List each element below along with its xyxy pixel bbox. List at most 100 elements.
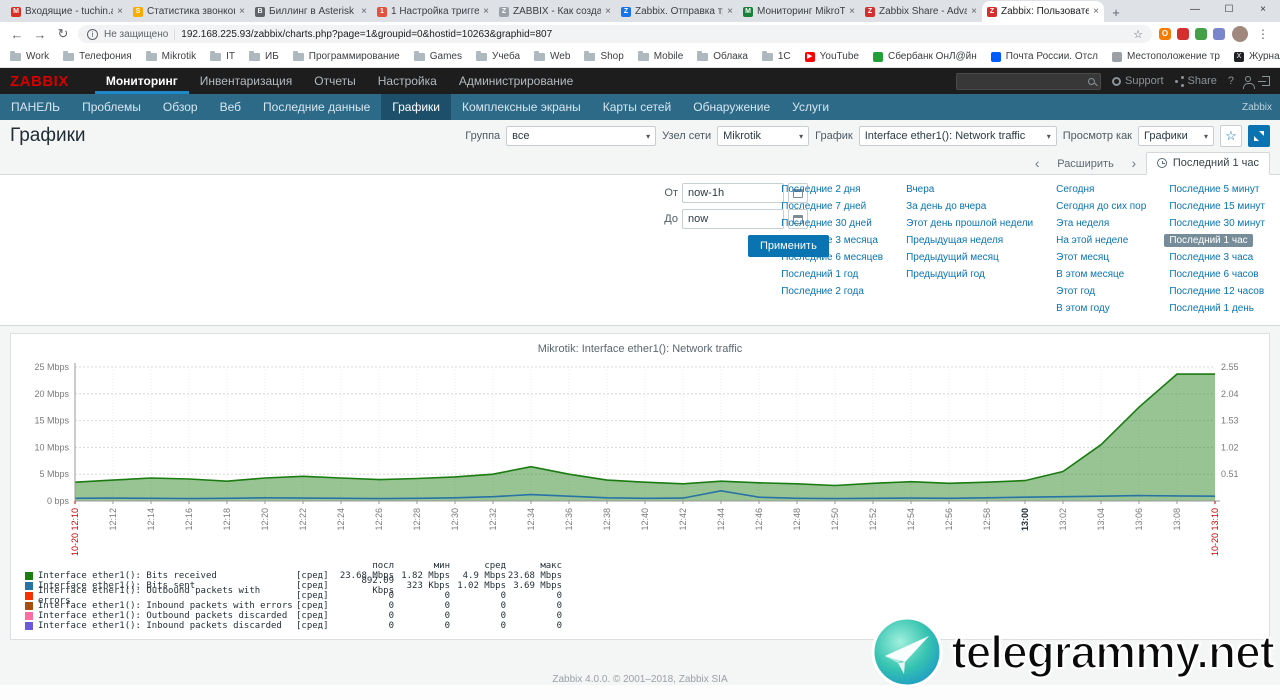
- time-range-link[interactable]: На этой неделе: [1051, 234, 1133, 247]
- main-nav-item[interactable]: Настройка: [367, 68, 448, 94]
- time-range-link[interactable]: В этом месяце: [1051, 268, 1129, 281]
- host-select[interactable]: Mikrotik: [717, 126, 810, 146]
- time-range-link[interactable]: Последний 1 год: [776, 268, 863, 281]
- time-range-link[interactable]: Сегодня: [1051, 183, 1099, 196]
- time-from-input[interactable]: [682, 183, 784, 203]
- view-as-select[interactable]: Графики: [1138, 126, 1214, 146]
- browser-tab[interactable]: Z Zabbix Share - Advanc×: [860, 1, 982, 22]
- bookmark-item[interactable]: Web: [534, 50, 570, 62]
- close-button[interactable]: ×: [1246, 0, 1280, 22]
- extension-icon[interactable]: [1195, 28, 1207, 40]
- time-range-link[interactable]: Этот месяц: [1051, 251, 1114, 264]
- bookmark-item[interactable]: Программирование: [292, 50, 400, 62]
- extension-icon[interactable]: [1177, 28, 1189, 40]
- graph-select[interactable]: Interface ether1(): Network traffic: [858, 126, 1057, 146]
- time-range-link[interactable]: За день до вчера: [901, 200, 991, 213]
- sub-nav-item[interactable]: Последние данные: [252, 94, 381, 120]
- time-range-link[interactable]: Последние 30 дней: [776, 217, 877, 230]
- minimize-button[interactable]: —: [1178, 0, 1212, 22]
- share-link[interactable]: Share: [1174, 75, 1217, 87]
- tab-close-icon[interactable]: ×: [727, 6, 733, 17]
- help-link[interactable]: ?: [1228, 75, 1234, 87]
- main-nav-item[interactable]: Мониторинг: [95, 68, 189, 94]
- bookmark-item[interactable]: Местоположение тр: [1111, 51, 1220, 62]
- sub-nav-item[interactable]: Обнаружение: [682, 94, 781, 120]
- bookmark-item[interactable]: X Журнал «Хакер» - «: [1233, 51, 1280, 62]
- tab-close-icon[interactable]: ×: [849, 6, 855, 17]
- zabbix-logo[interactable]: ZABBIX: [10, 73, 69, 90]
- tab-close-icon[interactable]: ×: [605, 6, 611, 17]
- bookmark-item[interactable]: Mikrotik: [145, 50, 196, 62]
- sub-nav-item[interactable]: Веб: [209, 94, 252, 120]
- browser-tab[interactable]: 1 1 Настройка триггера×: [372, 1, 494, 22]
- new-tab-button[interactable]: +: [1104, 2, 1128, 22]
- bookmark-item[interactable]: Учеба: [475, 50, 520, 62]
- add-favourite-button[interactable]: [1220, 125, 1242, 147]
- browser-tab[interactable]: Z ZABBIX - Как создать т×: [494, 1, 616, 22]
- browser-tab[interactable]: M Мониторинг MikroTik ×: [738, 1, 860, 22]
- time-range-link[interactable]: Последние 5 минут: [1164, 183, 1264, 196]
- bookmark-item[interactable]: Облака: [697, 50, 748, 62]
- bookmark-item[interactable]: 1С: [761, 50, 791, 62]
- main-nav-item[interactable]: Отчеты: [303, 68, 366, 94]
- extension-icon[interactable]: O: [1159, 28, 1171, 40]
- time-back-icon[interactable]: ‹: [1027, 152, 1047, 174]
- bookmark-item[interactable]: ▶ YouTube: [804, 51, 859, 62]
- search-input[interactable]: [955, 72, 1101, 90]
- time-range-link[interactable]: Последние 30 минут: [1164, 217, 1270, 230]
- forward-icon[interactable]: →: [32, 27, 48, 42]
- support-link[interactable]: Support: [1111, 75, 1164, 87]
- time-range-link[interactable]: Сегодня до сих пор: [1051, 200, 1151, 213]
- bookmark-item[interactable]: Shop: [584, 50, 624, 62]
- bookmark-item[interactable]: Почта России. Отсл: [990, 51, 1098, 62]
- time-range-link[interactable]: В этом году: [1051, 302, 1115, 315]
- browser-tab[interactable]: B Биллинг в Asterisk | Б ×: [250, 1, 372, 22]
- time-range-link[interactable]: Этот год: [1051, 285, 1100, 298]
- browser-tab[interactable]: Z Zabbix. Отправка триг ×: [616, 1, 738, 22]
- time-range-link[interactable]: Эта неделя: [1051, 217, 1114, 230]
- time-range-link[interactable]: Последние 6 часов: [1164, 268, 1263, 281]
- profile-avatar[interactable]: [1232, 26, 1248, 42]
- omnibox[interactable]: Не защищено 192.168.225.93/zabbix/charts…: [78, 25, 1152, 43]
- time-range-link[interactable]: Предыдущий год: [901, 268, 990, 281]
- time-range-link[interactable]: Последний 1 день: [1164, 302, 1259, 315]
- bookmark-item[interactable]: IT: [210, 50, 235, 62]
- site-info-icon[interactable]: [87, 28, 98, 40]
- time-range-link[interactable]: Последние 2 года: [776, 285, 869, 298]
- browser-tab[interactable]: S Статистика звонков С×: [128, 1, 250, 22]
- sub-nav-item[interactable]: Проблемы: [71, 94, 152, 120]
- time-range-link[interactable]: Последние 3 часа: [1164, 251, 1258, 264]
- logout-icon[interactable]: [1258, 76, 1270, 86]
- url-text[interactable]: 192.168.225.93/zabbix/charts.php?page=1&…: [181, 29, 1127, 40]
- bookmark-item[interactable]: Сбербанк ОнЛ@йн: [872, 51, 977, 62]
- bookmark-item[interactable]: ИБ: [249, 50, 279, 62]
- time-range-link[interactable]: Этот день прошлой недели: [901, 217, 1038, 230]
- time-range-link[interactable]: Последние 3 месяца: [776, 234, 883, 247]
- time-range-link[interactable]: Последний 1 час: [1164, 234, 1253, 247]
- sub-nav-item[interactable]: Графики: [381, 94, 451, 120]
- time-range-link[interactable]: Последние 2 дня: [776, 183, 865, 196]
- profile-icon[interactable]: [1243, 75, 1255, 89]
- maximize-button[interactable]: ☐: [1212, 0, 1246, 22]
- time-range-link[interactable]: Предыдущий месяц: [901, 251, 1004, 264]
- reload-icon[interactable]: ↻: [55, 26, 71, 42]
- tab-close-icon[interactable]: ×: [971, 6, 977, 17]
- tab-close-icon[interactable]: ×: [117, 6, 123, 17]
- group-select[interactable]: все: [506, 126, 657, 146]
- browser-tab[interactable]: Z Zabbix: Пользовател ×: [982, 1, 1104, 22]
- main-nav-item[interactable]: Администрирование: [448, 68, 584, 94]
- tab-close-icon[interactable]: ×: [239, 6, 245, 17]
- time-to-input[interactable]: [682, 209, 784, 229]
- sub-nav-item[interactable]: Обзор: [152, 94, 209, 120]
- tab-close-icon[interactable]: ×: [361, 6, 367, 17]
- bookmark-item[interactable]: Work: [10, 50, 49, 62]
- browser-menu-icon[interactable]: ⋮: [1255, 27, 1271, 41]
- bookmark-item[interactable]: Games: [413, 50, 462, 62]
- bookmark-item[interactable]: Телефония: [63, 50, 132, 62]
- time-range-link[interactable]: Последние 15 минут: [1164, 200, 1270, 213]
- sub-nav-item[interactable]: ПАНЕЛЬ: [0, 94, 71, 120]
- time-forward-icon[interactable]: ›: [1124, 152, 1144, 174]
- main-nav-item[interactable]: Инвентаризация: [189, 68, 303, 94]
- sub-nav-item[interactable]: Карты сетей: [592, 94, 683, 120]
- tab-close-icon[interactable]: ×: [1093, 6, 1099, 17]
